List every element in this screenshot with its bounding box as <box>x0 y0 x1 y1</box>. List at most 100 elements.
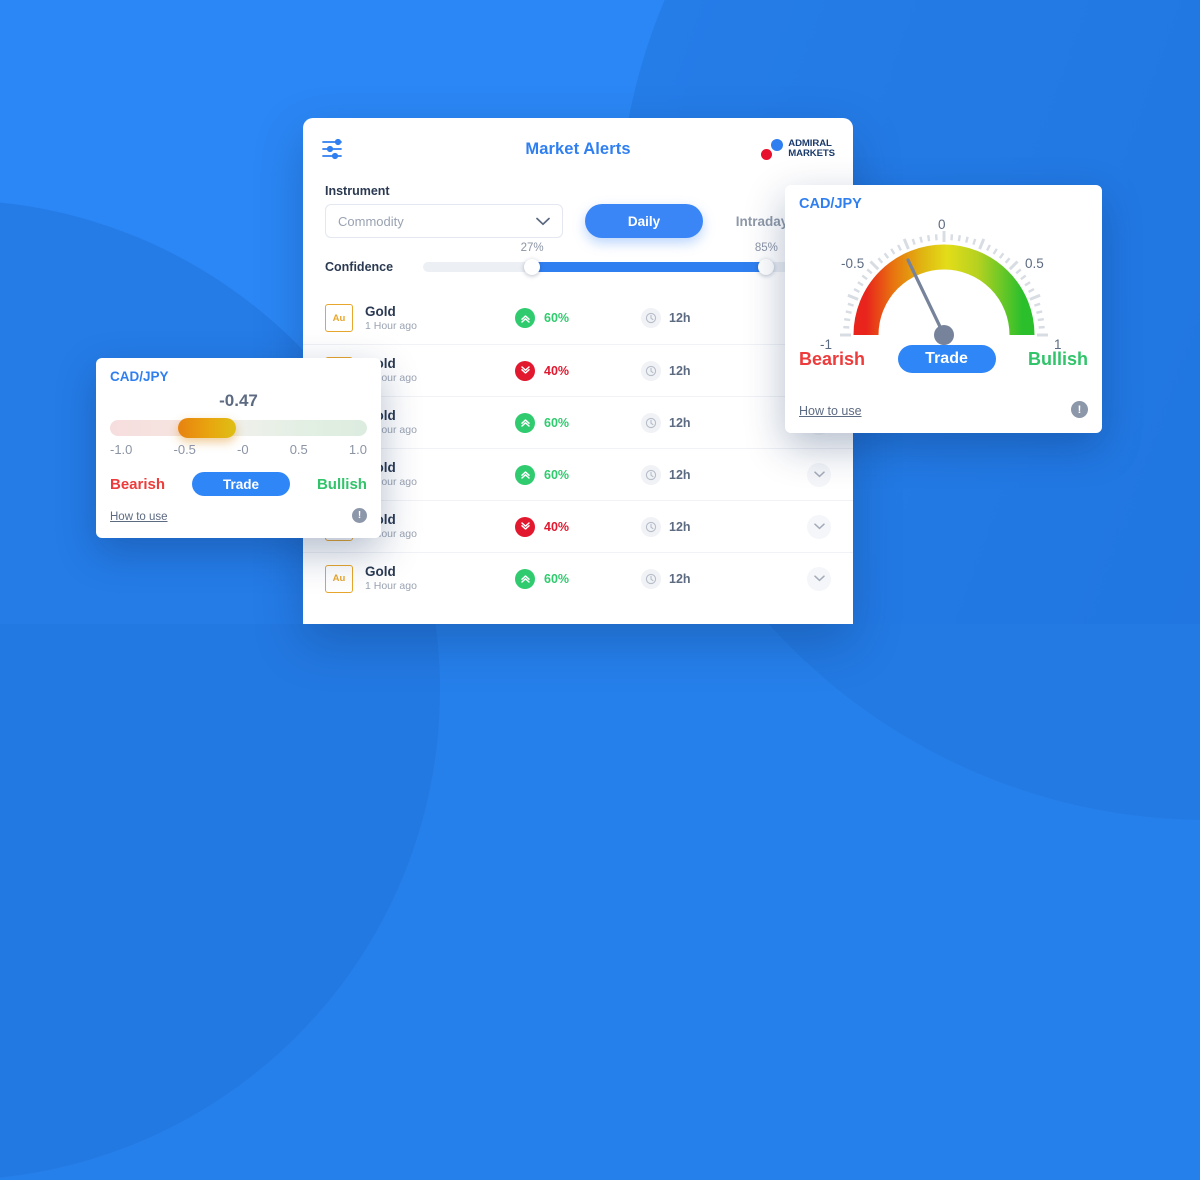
chevron-double-down-icon <box>515 517 535 537</box>
probability-cell: 60% <box>515 569 633 589</box>
sentiment-value: -0.47 <box>96 391 381 411</box>
confidence-range-slider[interactable]: 27% 85% <box>423 262 827 272</box>
sentiment-bar-scale: -1.0 -0.5 -0 0.5 1.0 <box>110 442 367 457</box>
confidence-min-value: 27% <box>521 242 544 254</box>
sliders-icon[interactable] <box>321 138 347 160</box>
table-row[interactable]: AuGold1 Hour ago40%12h <box>303 500 853 552</box>
instrument-symbol-icon: Au <box>325 565 353 593</box>
table-row[interactable]: Au Gold1 Hour ago 60% 12h <box>303 292 853 344</box>
duration-cell: 12h <box>633 413 743 433</box>
instrument-name: Gold <box>365 408 515 423</box>
table-row[interactable]: AuGold1 Hour ago60%12h <box>303 448 853 500</box>
duration-cell: 12h <box>633 517 743 537</box>
duration-value: 12h <box>669 520 691 534</box>
how-to-use-link[interactable]: How to use <box>799 404 862 418</box>
alert-info: Gold1 Hour ago <box>365 408 515 437</box>
instrument-name: Gold <box>365 512 515 527</box>
info-icon[interactable]: ! <box>352 508 367 523</box>
info-icon[interactable]: ! <box>1071 401 1088 418</box>
alert-time: 1 Hour ago <box>365 475 515 489</box>
duration-cell: 12h <box>633 569 743 589</box>
alert-time: 1 Hour ago <box>365 319 515 333</box>
instrument-name: Gold <box>365 460 515 475</box>
bearish-label: Bearish <box>110 476 165 493</box>
table-row[interactable]: AuGold1 Hour ago60%12h <box>303 396 853 448</box>
chevron-double-up-icon <box>515 413 535 433</box>
instrument-label: Instrument <box>325 184 831 198</box>
duration-value: 12h <box>669 364 691 378</box>
duration-cell: 12h <box>633 361 743 381</box>
probability-cell: 60% <box>515 308 633 328</box>
scale-tick: -0.5 <box>174 442 196 457</box>
sentiment-gauge-card: CAD/JPY -1 -0.5 0 0.5 1 Bearish Trade Bu… <box>785 185 1102 433</box>
clock-icon <box>641 569 661 589</box>
instrument-name: Gold <box>365 304 515 319</box>
confidence-row: Confidence 27% 85% <box>325 260 831 274</box>
duration-value: 12h <box>669 468 691 482</box>
filters-section: Instrument Commodity Daily Intraday Conf… <box>303 180 853 274</box>
alert-info: Gold1 Hour ago <box>365 460 515 489</box>
alert-info: Gold1 Hour ago <box>365 564 515 593</box>
sentiment-bar-card: CAD/JPY -0.47 -1.0 -0.5 -0 0.5 1.0 Beari… <box>96 358 381 538</box>
duration-cell: 12h <box>633 308 743 328</box>
scale-tick: 1.0 <box>349 442 367 457</box>
logo-dots-icon <box>761 139 783 160</box>
expand-row-button[interactable] <box>807 515 831 539</box>
gauge-tick-label: 0.5 <box>1025 256 1044 271</box>
alert-time: 1 Hour ago <box>365 579 515 593</box>
logo-text: ADMIRAL MARKETS <box>788 139 835 160</box>
probability-cell: 60% <box>515 413 633 433</box>
sentiment-gauge <box>824 213 1064 345</box>
alert-time: 1 Hour ago <box>365 371 515 385</box>
slider-fill <box>532 262 766 272</box>
probability-value: 60% <box>544 311 569 325</box>
probability-cell: 40% <box>515 517 633 537</box>
probability-value: 60% <box>544 416 569 430</box>
tab-daily[interactable]: Daily <box>585 204 703 238</box>
alert-info: Gold1 Hour ago <box>365 304 515 333</box>
scale-tick: -0 <box>237 442 249 457</box>
slider-handle-max[interactable] <box>758 259 774 275</box>
chevron-double-down-icon <box>515 361 535 381</box>
instrument-select[interactable]: Commodity <box>325 204 563 238</box>
sentiment-bar-track[interactable] <box>110 420 367 436</box>
gauge-tick-label: -0.5 <box>841 256 864 271</box>
chevron-down-icon <box>536 214 550 229</box>
expand-row-button[interactable] <box>807 567 831 591</box>
sentiment-bar-thumb[interactable] <box>178 418 236 438</box>
instrument-name: Gold <box>365 356 515 371</box>
clock-icon <box>641 361 661 381</box>
probability-value: 40% <box>544 520 569 534</box>
probability-value: 60% <box>544 572 569 586</box>
alert-time: 1 Hour ago <box>365 527 515 541</box>
trade-button[interactable]: Trade <box>898 345 996 373</box>
card-symbol: CAD/JPY <box>110 369 169 384</box>
scale-tick: 0.5 <box>290 442 308 457</box>
chevron-double-up-icon <box>515 465 535 485</box>
chevron-double-up-icon <box>515 308 535 328</box>
alert-info: Gold1 Hour ago <box>365 512 515 541</box>
bearish-label: Bearish <box>799 349 865 370</box>
confidence-max-value: 85% <box>755 242 778 254</box>
gauge-tick-label: 0 <box>938 217 946 232</box>
trade-button[interactable]: Trade <box>192 472 290 496</box>
table-row[interactable]: AuGold1 Hour ago40%12h <box>303 344 853 396</box>
clock-icon <box>641 517 661 537</box>
scale-tick: -1.0 <box>110 442 132 457</box>
clock-icon <box>641 465 661 485</box>
expand-row-button[interactable] <box>807 463 831 487</box>
how-to-use-link[interactable]: How to use <box>110 511 168 523</box>
instrument-symbol-icon: Au <box>325 304 353 332</box>
alert-time: 1 Hour ago <box>365 423 515 437</box>
table-row[interactable]: Au Gold1 Hour ago 60% 12h <box>303 552 853 604</box>
chevron-double-up-icon <box>515 569 535 589</box>
duration-value: 12h <box>669 572 691 586</box>
bullish-label: Bullish <box>1028 349 1088 370</box>
clock-icon <box>641 413 661 433</box>
slider-handle-min[interactable] <box>524 259 540 275</box>
probability-value: 60% <box>544 468 569 482</box>
confidence-label: Confidence <box>325 260 423 274</box>
duration-cell: 12h <box>633 465 743 485</box>
duration-value: 12h <box>669 416 691 430</box>
card-symbol: CAD/JPY <box>799 196 862 212</box>
